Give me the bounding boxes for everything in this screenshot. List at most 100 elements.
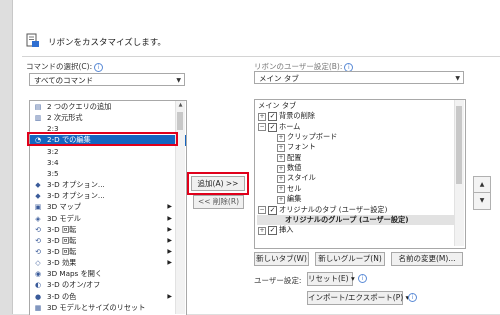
expand-icon[interactable]: + bbox=[258, 226, 266, 235]
highlight-selected-command bbox=[27, 132, 178, 146]
3d-map-icon: ▣ bbox=[34, 203, 42, 212]
checkbox-checked-icon[interactable]: ✓ bbox=[268, 122, 277, 132]
info-icon: i bbox=[94, 62, 104, 72]
tree-item[interactable]: オリジナルのグループ (ユーザー設定) bbox=[255, 215, 455, 225]
tree-item[interactable]: + 編集 bbox=[255, 194, 455, 204]
customize-ribbon-dropdown[interactable]: メイン タブ ▼ bbox=[254, 71, 464, 84]
submenu-arrow-icon: ▶ bbox=[167, 214, 172, 222]
reset-button[interactable]: リセット(E) ▾ bbox=[307, 272, 355, 286]
remove-button[interactable]: << 削除(R) bbox=[193, 195, 244, 209]
customize-ribbon-value: メイン タブ bbox=[259, 74, 299, 83]
command-label: 3-D 回転 bbox=[47, 224, 77, 234]
tree-item-label: オリジナルのグループ (ユーザー設定) bbox=[285, 214, 409, 224]
arrow-down-icon: ▼ bbox=[479, 197, 485, 204]
3d-rotate-icon: ⟲ bbox=[35, 247, 41, 256]
command-list-item[interactable]: ⟲ 3-D 回転 ▶ bbox=[30, 236, 186, 247]
submenu-arrow-icon: ▶ bbox=[167, 292, 172, 300]
tree-item-label: ホーム bbox=[279, 121, 301, 131]
expand-icon[interactable]: + bbox=[277, 133, 285, 142]
rename-button[interactable]: 名前の変更(M)... bbox=[391, 252, 463, 266]
expand-icon[interactable]: + bbox=[277, 185, 285, 194]
command-label: 3-D 回転 bbox=[47, 235, 77, 245]
command-list-item[interactable]: ▦ 3D モデルとサイズのリセット bbox=[30, 303, 186, 314]
tree-item[interactable]: + 数値 bbox=[255, 163, 455, 173]
checkbox-checked-icon[interactable]: ✓ bbox=[268, 205, 277, 215]
scroll-thumb[interactable] bbox=[177, 112, 183, 130]
command-label: 2 つのクエリの追加 bbox=[47, 102, 112, 111]
ribbon-customize-icon bbox=[26, 33, 39, 47]
command-label: 3D モデル bbox=[47, 213, 81, 223]
command-list-item[interactable]: ⟲ 3-D 回転 ▶ bbox=[30, 225, 186, 236]
command-label: 3-D の色 bbox=[47, 291, 77, 301]
command-list-item[interactable]: ◉ 3D Maps を開く bbox=[30, 269, 186, 280]
command-list-item[interactable]: 3:2 bbox=[30, 147, 186, 158]
3d-maps-icon: ◉ bbox=[34, 270, 42, 279]
command-list-item[interactable]: 3:4 bbox=[30, 158, 186, 169]
ribbon-tree[interactable]: メイン タブ + ✓ 背景の削除 − ✓ ホーム + クリップボード + フォント + 配置 + 数値 + スタ… bbox=[254, 99, 466, 249]
command-list-item[interactable]: ◆ 3-D オプション... bbox=[30, 191, 186, 202]
ribbon-tree-scrollbar[interactable] bbox=[454, 100, 464, 246]
command-list-item[interactable]: ◐ 3-D のオン/オフ bbox=[30, 280, 186, 291]
command-label: 3D Maps を開く bbox=[47, 269, 103, 279]
new-tab-button[interactable]: 新しいタブ(W) bbox=[254, 252, 309, 266]
tree-item-label: フォント bbox=[287, 142, 316, 152]
submenu-arrow-icon: ▶ bbox=[167, 225, 172, 233]
move-down-button[interactable]: ▼ bbox=[473, 192, 491, 210]
tree-item[interactable]: − ✓ ホーム bbox=[255, 122, 455, 132]
command-list-item[interactable]: ● 3-D の色 ▶ bbox=[30, 292, 186, 303]
command-list-item[interactable]: ▥ 2 次元形式 bbox=[30, 113, 186, 124]
chevron-down-icon: ▼ bbox=[176, 77, 181, 84]
3d-size-icon: ▦ bbox=[34, 303, 42, 312]
query-icon: ▤ bbox=[34, 103, 42, 111]
expand-icon[interactable]: + bbox=[277, 174, 285, 183]
chevron-down-icon: ▼ bbox=[455, 75, 460, 82]
tree-item-label: 数値 bbox=[287, 163, 302, 173]
scroll-thumb[interactable] bbox=[456, 106, 462, 184]
command-list-item[interactable]: ◆ 3-D オプション... bbox=[30, 180, 186, 191]
command-list-item[interactable]: ◇ 3-D 効果 ▶ bbox=[30, 258, 186, 269]
tree-item[interactable]: + ✓ 背景の削除 bbox=[255, 111, 455, 122]
new-group-button[interactable]: 新しいグループ(N) bbox=[315, 252, 385, 266]
page-title: リボンをカスタマイズします。 bbox=[48, 38, 166, 48]
tree-item[interactable]: + セル bbox=[255, 184, 455, 194]
expand-icon[interactable]: + bbox=[277, 164, 285, 173]
command-label: 3-D 回転 bbox=[47, 246, 77, 256]
import-export-button[interactable]: インポート/エクスポート(P) ▾ bbox=[307, 291, 409, 305]
arrow-up-icon: ▲ bbox=[479, 181, 485, 188]
command-list-item[interactable]: ⟲ 3-D 回転 ▶ bbox=[30, 247, 186, 258]
command-label: 3D マップ bbox=[47, 202, 81, 212]
command-list-item[interactable]: ▣ 3D マップ ▶ bbox=[30, 202, 186, 213]
command-list-item[interactable]: ▤ 2 つのクエリの追加 bbox=[30, 102, 186, 113]
command-label: 3D モデルとサイズのリセット bbox=[47, 302, 146, 312]
choose-commands-dropdown[interactable]: すべてのコマンド ▼ bbox=[29, 73, 185, 86]
checkbox-checked-icon[interactable]: ✓ bbox=[268, 112, 277, 122]
checkbox-checked-icon[interactable]: ✓ bbox=[268, 226, 277, 236]
tree-item[interactable]: + フォント bbox=[255, 142, 455, 152]
tree-item-label: クリップボード bbox=[287, 132, 338, 142]
info-icon: i bbox=[358, 274, 367, 283]
tree-item[interactable]: − ✓ オリジナルのタブ (ユーザー設定) bbox=[255, 205, 455, 215]
tree-item[interactable]: + クリップボード bbox=[255, 132, 455, 142]
collapse-icon[interactable]: − bbox=[258, 123, 266, 132]
tree-item[interactable]: + ✓ 挿入 bbox=[255, 225, 455, 236]
tree-item[interactable]: + スタイル bbox=[255, 173, 455, 183]
command-list-item[interactable]: ◈ 3D モデル ▶ bbox=[30, 214, 186, 225]
command-label: 3:2 bbox=[47, 146, 59, 156]
info-icon: i bbox=[408, 293, 417, 302]
expand-icon[interactable]: + bbox=[277, 143, 285, 152]
command-label: 3:4 bbox=[47, 157, 59, 167]
expand-icon[interactable]: + bbox=[258, 112, 266, 121]
tree-item[interactable]: + 配置 bbox=[255, 153, 455, 163]
expand-icon[interactable]: + bbox=[277, 154, 285, 163]
scroll-up-icon[interactable]: ▲ bbox=[176, 102, 185, 108]
3d-option-icon: ◆ bbox=[35, 192, 41, 201]
collapse-icon[interactable]: − bbox=[258, 206, 266, 214]
tree-item-label: 挿入 bbox=[279, 225, 294, 235]
choose-commands-label: コマンドの選択(C): i bbox=[26, 61, 104, 72]
tree-item[interactable]: メイン タブ bbox=[255, 101, 455, 111]
3d-effect-icon: ◇ bbox=[35, 259, 41, 268]
3d-option-icon: ◆ bbox=[35, 181, 41, 190]
expand-icon[interactable]: + bbox=[277, 195, 285, 204]
submenu-arrow-icon: ▶ bbox=[167, 259, 172, 267]
command-list-item[interactable]: 3:5 bbox=[30, 169, 186, 180]
